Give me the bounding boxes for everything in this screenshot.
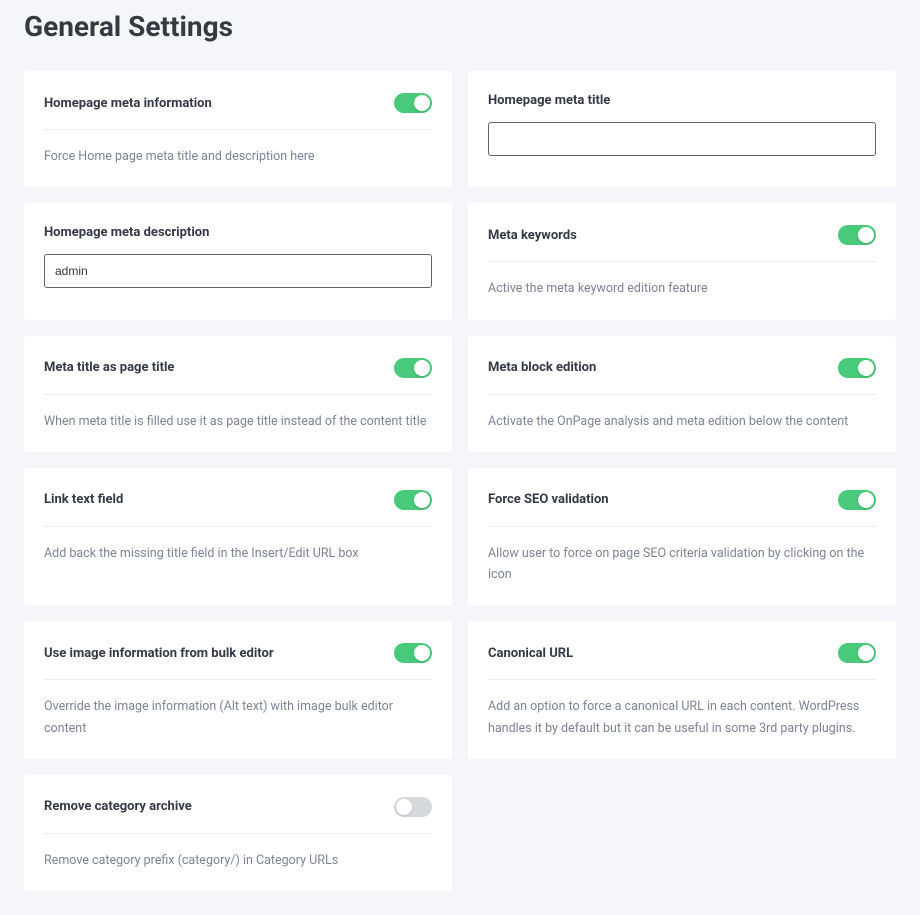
toggle-link-text-field[interactable] <box>394 490 432 510</box>
toggle-canonical-url[interactable] <box>838 643 876 663</box>
card-use-image-info-bulk: Use image information from bulk editor O… <box>24 621 452 759</box>
card-desc: Add back the missing title field in the … <box>44 543 432 564</box>
page-title: General Settings <box>24 10 896 43</box>
card-canonical-url: Canonical URL Add an option to force a c… <box>468 621 896 759</box>
toggle-use-image-info-bulk[interactable] <box>394 643 432 663</box>
card-title: Remove category archive <box>44 799 192 814</box>
toggle-remove-category-archive[interactable] <box>394 797 432 817</box>
card-link-text-field: Link text field Add back the missing tit… <box>24 468 452 606</box>
homepage-meta-desc-input[interactable] <box>44 254 432 288</box>
card-desc: When meta title is filled use it as page… <box>44 411 432 432</box>
card-meta-title-as-page-title: Meta title as page title When meta title… <box>24 336 452 452</box>
card-meta-block-edition: Meta block edition Activate the OnPage a… <box>468 336 896 452</box>
card-title: Meta keywords <box>488 228 577 243</box>
homepage-meta-title-input[interactable] <box>488 122 876 156</box>
card-homepage-meta-info: Homepage meta information Force Home pag… <box>24 71 452 187</box>
card-title: Force SEO validation <box>488 492 609 507</box>
card-desc: Activate the OnPage analysis and meta ed… <box>488 411 876 432</box>
card-title: Meta title as page title <box>44 360 174 375</box>
card-desc: Active the meta keyword edition feature <box>488 278 876 299</box>
card-homepage-meta-title: Homepage meta title <box>468 71 896 187</box>
card-homepage-meta-desc: Homepage meta description <box>24 203 452 319</box>
toggle-meta-block-edition[interactable] <box>838 358 876 378</box>
toggle-meta-keywords[interactable] <box>838 225 876 245</box>
card-force-seo-validation: Force SEO validation Allow user to force… <box>468 468 896 606</box>
card-desc: Force Home page meta title and descripti… <box>44 146 432 167</box>
card-desc: Override the image information (Alt text… <box>44 696 432 739</box>
card-title: Use image information from bulk editor <box>44 646 274 661</box>
card-title: Link text field <box>44 492 123 507</box>
card-title: Homepage meta title <box>488 93 610 108</box>
card-meta-keywords: Meta keywords Active the meta keyword ed… <box>468 203 896 319</box>
card-desc: Add an option to force a canonical URL i… <box>488 696 876 739</box>
card-title: Meta block edition <box>488 360 596 375</box>
card-title: Homepage meta information <box>44 96 212 111</box>
card-desc: Allow user to force on page SEO criteria… <box>488 543 876 586</box>
toggle-homepage-meta-info[interactable] <box>394 93 432 113</box>
card-remove-category-archive: Remove category archive Remove category … <box>24 775 452 891</box>
toggle-force-seo-validation[interactable] <box>838 490 876 510</box>
card-desc: Remove category prefix (category/) in Ca… <box>44 850 432 871</box>
card-title: Canonical URL <box>488 646 573 661</box>
toggle-meta-title-as-page-title[interactable] <box>394 358 432 378</box>
settings-grid: Homepage meta information Force Home pag… <box>24 71 896 891</box>
card-title: Homepage meta description <box>44 225 209 240</box>
